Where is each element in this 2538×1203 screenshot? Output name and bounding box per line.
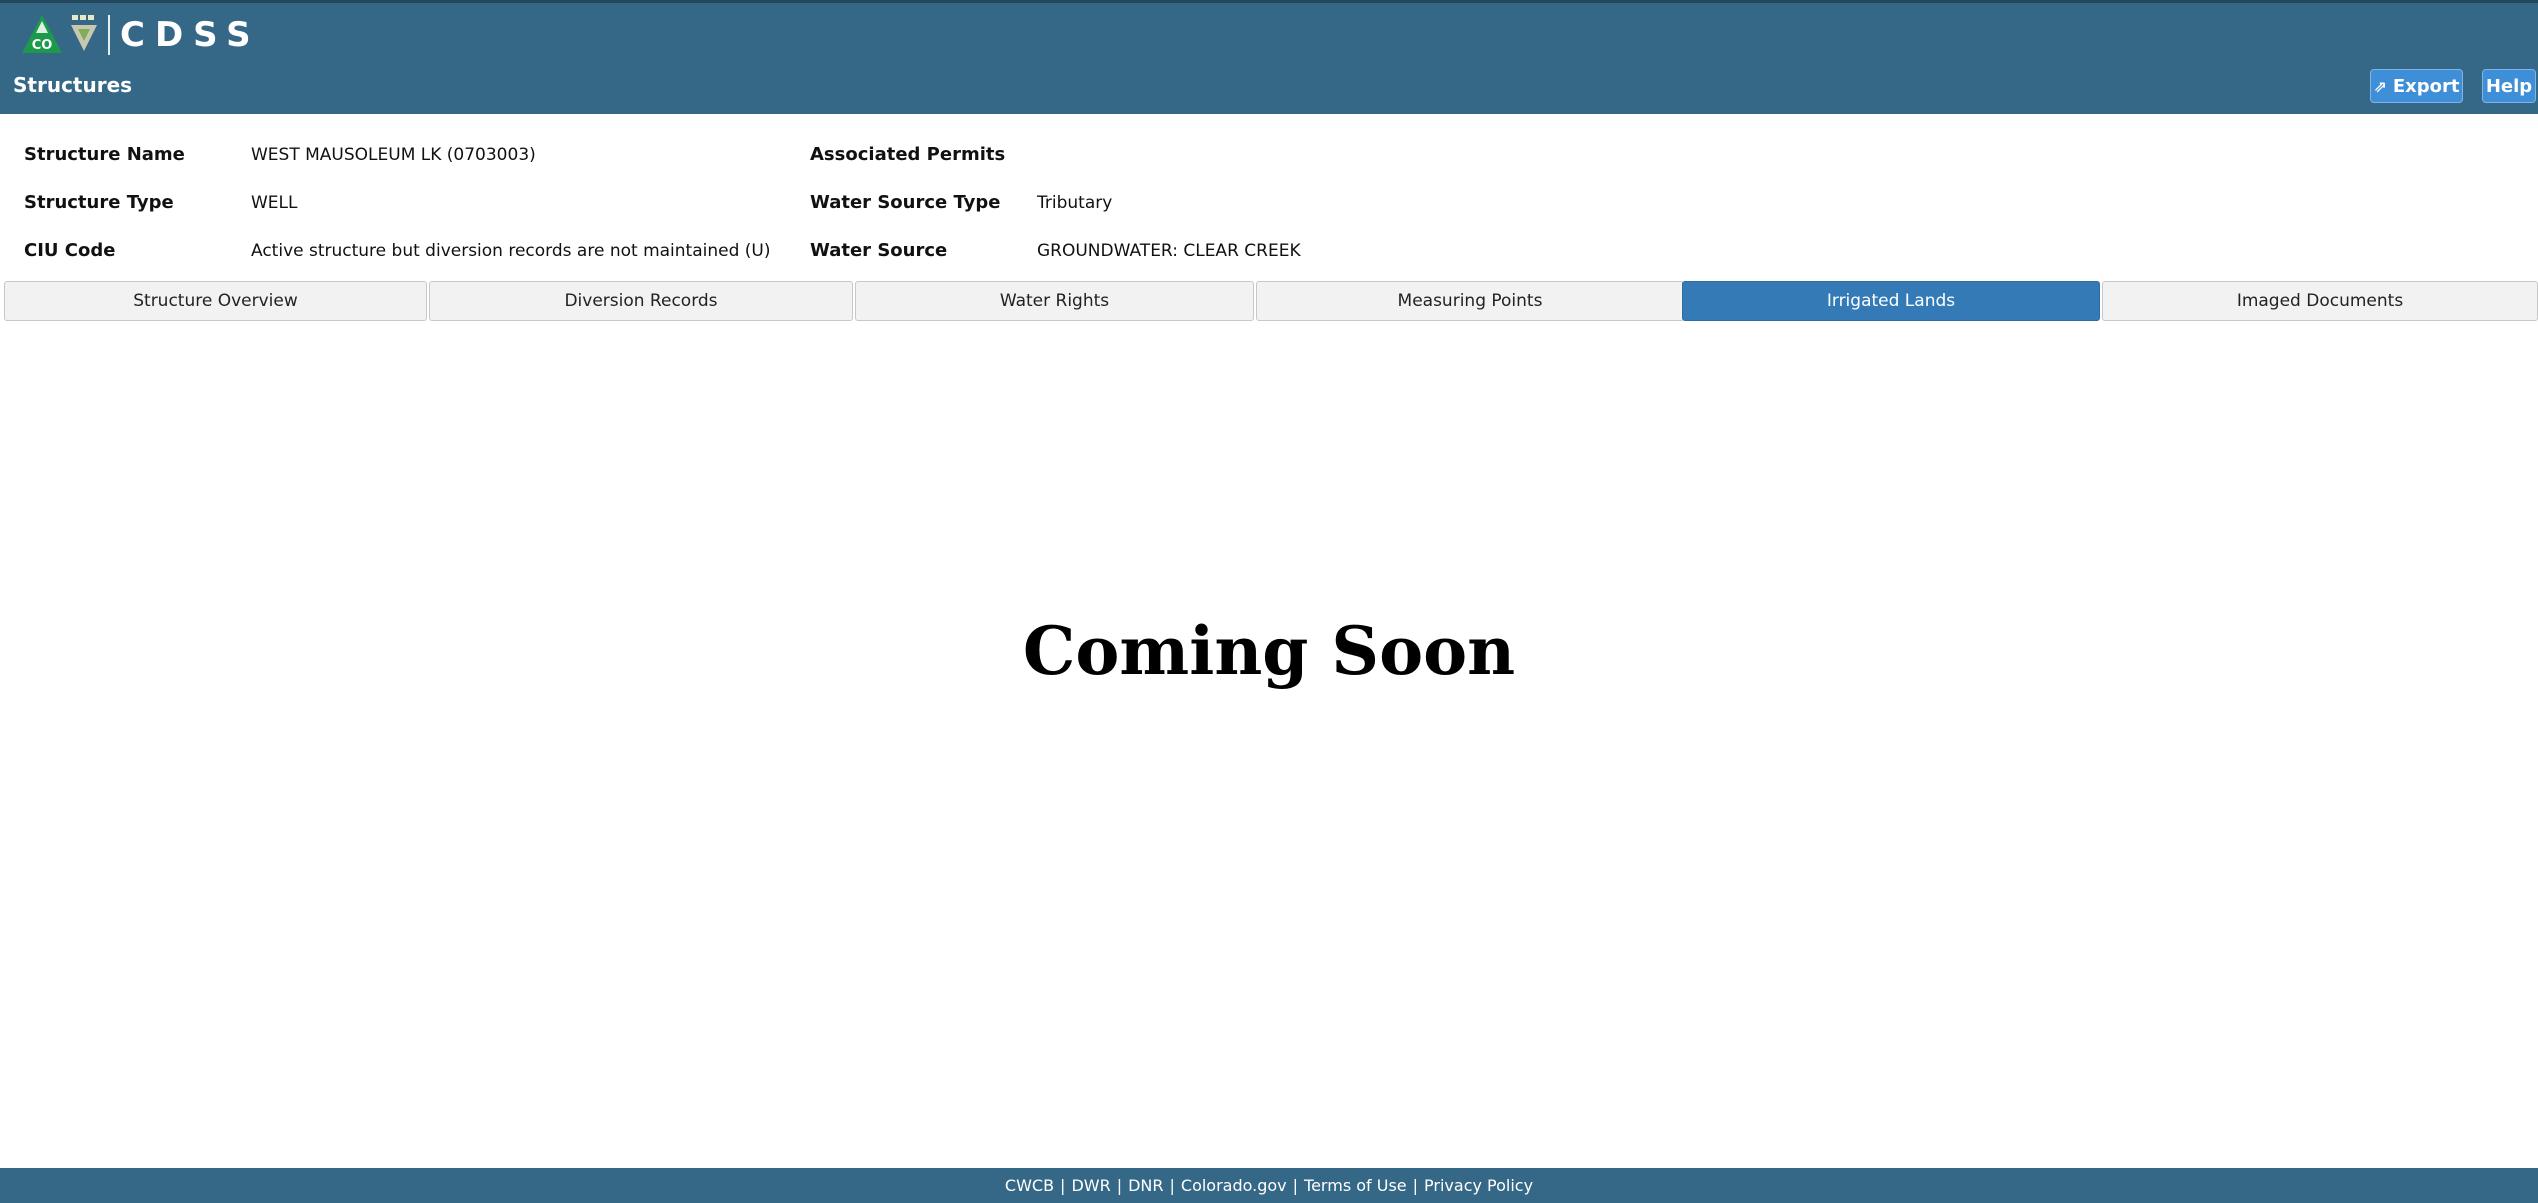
tab-water-rights[interactable]: Water Rights [855, 281, 1254, 321]
structure-name-value: WEST MAUSOLEUM LK (0703003) [251, 145, 536, 165]
footer-link-dnr[interactable]: DNR [1128, 1176, 1163, 1195]
dnr-shield-icon [68, 13, 100, 57]
top-header: CO CDSS Structures ⇗ Export Help [0, 0, 2538, 114]
cdss-logo[interactable]: CO CDSS [20, 11, 261, 59]
ciu-code-value: Active structure but diversion records a… [251, 241, 771, 261]
logo-divider [108, 15, 110, 55]
structure-type-value: WELL [251, 193, 298, 213]
footer-link-colorado-gov[interactable]: Colorado.gov [1181, 1176, 1287, 1195]
footer-link-cwcb[interactable]: CWCB [1005, 1176, 1054, 1195]
tab-imaged-documents[interactable]: Imaged Documents [2102, 281, 2538, 321]
footer-separator: | [1292, 1176, 1299, 1195]
tab-structure-overview[interactable]: Structure Overview [4, 281, 427, 321]
footer-link-dwr[interactable]: DWR [1071, 1176, 1110, 1195]
water-source-label: Water Source [810, 240, 948, 261]
tab-measuring-points[interactable]: Measuring Points [1256, 281, 1684, 321]
footer-link-terms-of-use[interactable]: Terms of Use [1304, 1176, 1407, 1195]
structure-name-label: Structure Name [24, 144, 185, 165]
coming-soon-message: Coming Soon [1022, 612, 1516, 690]
tab-irrigated-lands[interactable]: Irrigated Lands [1682, 281, 2100, 321]
water-source-type-value: Tributary [1037, 193, 1113, 213]
tab-diversion-records[interactable]: Diversion Records [429, 281, 853, 321]
badge-text: CO [32, 38, 53, 53]
export-icon: ⇗ [2373, 76, 2387, 96]
associated-permits-label: Associated Permits [810, 144, 1006, 165]
tab-bar: Structure Overview Diversion Records Wat… [4, 281, 2538, 321]
logo-text: CDSS [120, 15, 261, 55]
footer-separator: | [1116, 1176, 1123, 1195]
footer-separator: | [1412, 1176, 1419, 1195]
ciu-code-label: CIU Code [24, 240, 116, 261]
water-source-value: GROUNDWATER: CLEAR CREEK [1037, 241, 1301, 261]
footer-separator: | [1169, 1176, 1175, 1195]
footer: CWCB | DWR | DNR | Colorado.gov | Terms … [0, 1168, 2538, 1203]
help-button[interactable]: Help [2482, 69, 2536, 103]
footer-separator: | [1060, 1176, 1066, 1195]
footer-link-privacy-policy[interactable]: Privacy Policy [1424, 1176, 1533, 1195]
structure-type-label: Structure Type [24, 192, 174, 213]
export-button[interactable]: ⇗ Export [2370, 69, 2463, 103]
page-title: Structures [13, 73, 133, 97]
colorado-badge-icon: CO [20, 13, 64, 57]
water-source-type-label: Water Source Type [810, 192, 1001, 213]
export-label: Export [2392, 75, 2460, 97]
